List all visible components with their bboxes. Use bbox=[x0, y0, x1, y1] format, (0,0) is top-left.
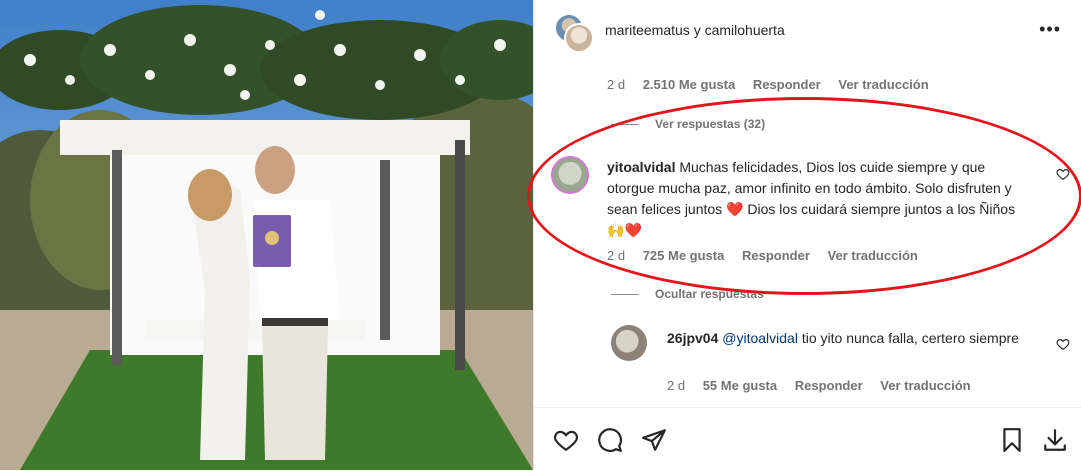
avatar[interactable] bbox=[611, 325, 647, 361]
bookmark-icon[interactable] bbox=[999, 427, 1025, 453]
comment-icon[interactable] bbox=[597, 427, 623, 453]
likes-count[interactable]: 2.510 Me gusta bbox=[643, 77, 736, 92]
action-bar bbox=[534, 407, 1081, 471]
more-horizontal-icon[interactable]: ••• bbox=[1039, 20, 1061, 38]
comment-body-cont: Dios los cuidará siempre juntos a los Ñi… bbox=[747, 201, 1016, 217]
download-icon[interactable] bbox=[1042, 427, 1068, 453]
comment-body: tio yito nunca falla, certero siempre bbox=[801, 330, 1019, 346]
like-heart-icon[interactable] bbox=[1056, 167, 1070, 181]
translate-button[interactable]: Ver traducción bbox=[880, 378, 970, 393]
red-heart-emoji: ❤️ bbox=[726, 201, 744, 217]
heart-icon[interactable] bbox=[553, 427, 579, 453]
share-icon[interactable] bbox=[641, 427, 667, 453]
praying-hands-emoji: 🙌 bbox=[607, 222, 625, 238]
red-heart-emoji: ❤️ bbox=[624, 222, 642, 238]
main-comment-meta: 2 d 725 Me gusta Responder Ver traducció… bbox=[607, 248, 932, 263]
avatar[interactable] bbox=[551, 156, 589, 194]
divider bbox=[611, 123, 639, 125]
comment-time: 2 d bbox=[607, 77, 626, 92]
comment-username[interactable]: 26jpv04 bbox=[667, 330, 718, 346]
comment-username[interactable]: yitoalvidal bbox=[607, 159, 675, 175]
translate-button[interactable]: Ver traducción bbox=[828, 248, 918, 263]
likes-count[interactable]: 55 Me gusta bbox=[703, 378, 777, 393]
avatar[interactable] bbox=[554, 13, 594, 53]
post-photo bbox=[0, 0, 533, 470]
reply-comment-text: 26jpv04 @yitoalvidal tio yito nunca fall… bbox=[667, 328, 1022, 349]
post-author-title[interactable]: mariteematus y camilohuerta bbox=[605, 22, 785, 38]
translate-button[interactable]: Ver traducción bbox=[838, 77, 928, 92]
comment-time: 2 d bbox=[607, 248, 626, 263]
view-replies-button[interactable]: Ver respuestas (32) bbox=[611, 117, 765, 131]
post-header: mariteematus y camilohuerta ••• bbox=[534, 0, 1081, 62]
view-replies-label: Ver respuestas (32) bbox=[655, 117, 766, 131]
comment-time: 2 d bbox=[667, 378, 686, 393]
main-comment-text: yitoalvidal Muchas felicidades, Dios los… bbox=[607, 157, 1027, 241]
avatar-image bbox=[564, 23, 594, 53]
reply-button[interactable]: Responder bbox=[795, 378, 863, 393]
divider bbox=[611, 293, 639, 295]
hide-replies-label: Ocultar respuestas bbox=[655, 287, 764, 301]
prev-comment-meta: 2 d 2.510 Me gusta Responder Ver traducc… bbox=[607, 77, 943, 92]
likes-count[interactable]: 725 Me gusta bbox=[643, 248, 725, 263]
like-heart-icon[interactable] bbox=[1056, 337, 1070, 351]
reply-comment-meta: 2 d 55 Me gusta Responder Ver traducción bbox=[667, 378, 985, 393]
comments-panel: mariteematus y camilohuerta ••• 2 d 2.51… bbox=[533, 0, 1081, 470]
mention-link[interactable]: @yitoalvidal bbox=[722, 330, 798, 346]
reply-button[interactable]: Responder bbox=[742, 248, 810, 263]
reply-button[interactable]: Responder bbox=[753, 77, 821, 92]
hide-replies-button[interactable]: Ocultar respuestas bbox=[611, 287, 764, 301]
